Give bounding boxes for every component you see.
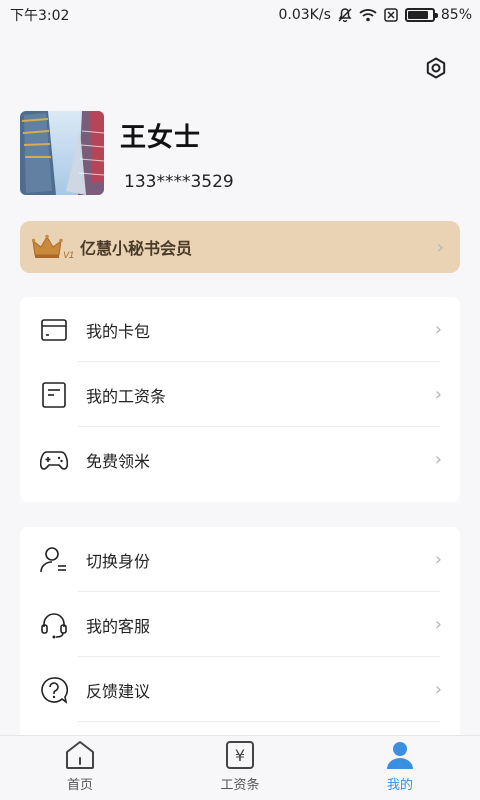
menu-item-feedback[interactable]: 反馈建议 › bbox=[20, 657, 460, 722]
menu-item-label: 免费领米 bbox=[86, 451, 151, 471]
question-icon bbox=[40, 676, 68, 704]
menu-item-label: 我的卡包 bbox=[86, 321, 151, 341]
status-bar: 下午3:02 0.03K/s 85% bbox=[0, 0, 480, 30]
user-name: 王女士 bbox=[120, 123, 202, 153]
menu-card-secondary: 切换身份 › 我的客服 › 反馈建议 › bbox=[20, 527, 460, 767]
battery-icon bbox=[404, 8, 438, 22]
mute-icon bbox=[337, 7, 353, 23]
menu-item-free-rice[interactable]: 免费领米 › bbox=[20, 427, 460, 492]
chevron-right-icon: › bbox=[434, 679, 442, 700]
switch-user-icon bbox=[40, 546, 68, 574]
home-icon bbox=[66, 741, 94, 769]
card-icon bbox=[40, 316, 68, 344]
vip-banner[interactable]: V1 亿慧小秘书会员 › bbox=[20, 221, 460, 273]
menu-item-payslip[interactable]: 我的工资条 › bbox=[20, 362, 460, 427]
chevron-right-icon: › bbox=[434, 384, 442, 405]
payslip-icon: ¥ bbox=[226, 741, 254, 769]
svg-text:¥: ¥ bbox=[235, 746, 245, 765]
tab-payslip[interactable]: ¥ 工资条 bbox=[160, 736, 320, 800]
menu-item-switch-identity[interactable]: 切换身份 › bbox=[20, 527, 460, 592]
menu-item-card-wallet[interactable]: 我的卡包 › bbox=[20, 297, 460, 362]
menu-item-label: 切换身份 bbox=[86, 551, 151, 571]
document-icon bbox=[40, 381, 68, 409]
wifi-icon bbox=[359, 8, 377, 22]
chevron-right-icon: › bbox=[434, 614, 442, 635]
settings-icon bbox=[426, 57, 446, 79]
headset-icon bbox=[40, 611, 68, 639]
divider bbox=[78, 721, 440, 722]
settings-button[interactable] bbox=[420, 52, 452, 84]
menu-item-label: 反馈建议 bbox=[86, 681, 151, 701]
tab-mine[interactable]: 我的 bbox=[320, 736, 480, 800]
gamepad-icon bbox=[40, 446, 68, 474]
battery-percent: 85% bbox=[440, 7, 472, 23]
profile-section[interactable]: 王女士 133****3529 bbox=[20, 111, 234, 195]
battery-level bbox=[407, 11, 429, 19]
network-speed: 0.03K/s bbox=[278, 7, 331, 23]
tab-label: 工资条 bbox=[220, 778, 260, 793]
tab-home[interactable]: 首页 bbox=[0, 736, 160, 800]
vip-level-badge: V1 bbox=[63, 250, 74, 260]
tab-label: 我的 bbox=[386, 778, 413, 793]
user-phone: 133****3529 bbox=[124, 172, 234, 192]
user-icon bbox=[387, 742, 413, 769]
status-time: 下午3:02 bbox=[10, 8, 70, 24]
bottom-tab-bar: 首页 ¥ 工资条 我的 bbox=[0, 735, 480, 800]
chevron-right-icon: › bbox=[434, 549, 442, 570]
avatar[interactable] bbox=[20, 111, 104, 195]
menu-item-customer-service[interactable]: 我的客服 › bbox=[20, 592, 460, 657]
menu-item-label: 我的客服 bbox=[86, 616, 151, 636]
chevron-right-icon: › bbox=[436, 236, 444, 258]
menu-item-label: 我的工资条 bbox=[86, 386, 167, 406]
vip-label: 亿慧小秘书会员 bbox=[80, 239, 193, 258]
tab-label: 首页 bbox=[66, 778, 93, 793]
menu-card-primary: 我的卡包 › 我的工资条 › 免费领米 › bbox=[20, 297, 460, 502]
sim-off-icon bbox=[383, 7, 399, 23]
avatar-image bbox=[20, 111, 104, 195]
crown-icon: V1 bbox=[32, 234, 74, 260]
chevron-right-icon: › bbox=[434, 319, 442, 340]
status-indicators: 0.03K/s 85% bbox=[279, 7, 473, 23]
chevron-right-icon: › bbox=[434, 449, 442, 470]
profile-info: 王女士 133****3529 bbox=[120, 111, 234, 195]
